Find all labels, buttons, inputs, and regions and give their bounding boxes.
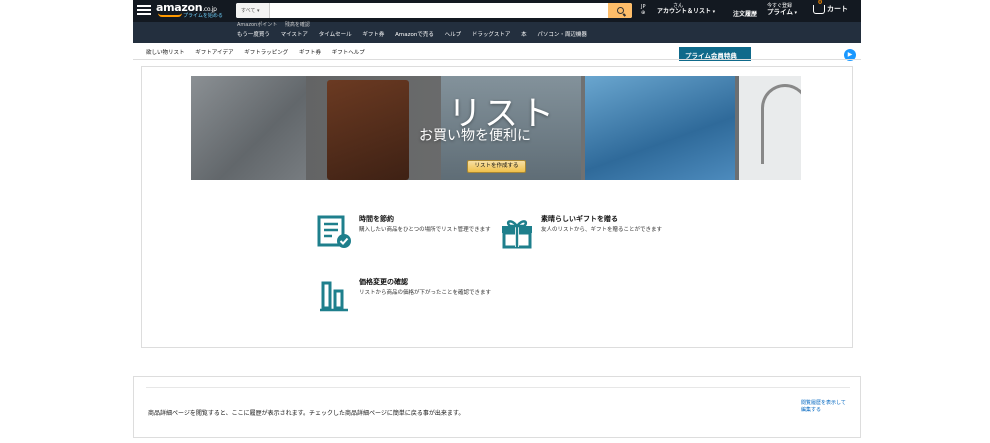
hero-subtitle: お買い物を便利に xyxy=(419,128,531,144)
tab-gift-ideas[interactable]: ギフトアイデア xyxy=(195,50,233,56)
account-label: アカウント＆リスト xyxy=(657,8,712,15)
search-input[interactable] xyxy=(270,3,608,18)
headphones-icon xyxy=(761,84,801,164)
orders-link[interactable]: 注文履歴 xyxy=(733,9,757,18)
bar-chart-icon xyxy=(320,281,348,312)
prime-label: プライム xyxy=(767,8,793,16)
cart-button[interactable]: 0 カート xyxy=(813,0,848,14)
nav-link[interactable]: もう一度買う xyxy=(237,32,270,38)
feature-title: 時間を節約 xyxy=(359,215,394,223)
account-menu[interactable]: さん アカウント＆リスト ▾ xyxy=(657,3,715,15)
nav-link[interactable]: 本 xyxy=(521,32,527,38)
prime-promo-text[interactable]: 対象の映画・TV番組見放題 xyxy=(754,51,822,59)
divider xyxy=(146,387,850,388)
hamburger-menu-icon[interactable] xyxy=(137,3,151,17)
nav-link[interactable]: ヘルプ xyxy=(445,32,462,38)
sub-links: Amazonポイント 残高を確認 xyxy=(237,21,316,28)
tab-gift-wrapping[interactable]: ギフトラッピング xyxy=(244,50,288,56)
prime-menu[interactable]: 今すぐ登録 プライム ▾ xyxy=(767,3,797,16)
nav-link[interactable]: ギフト券 xyxy=(362,32,384,38)
nav-link[interactable]: マイストア xyxy=(281,32,308,38)
list-check-icon xyxy=(317,215,351,248)
nav-link[interactable]: Amazonで売る xyxy=(395,32,434,38)
location-pin-icon xyxy=(132,47,141,56)
feature-title: 素晴らしいギフトを贈る xyxy=(541,215,618,223)
search-button[interactable] xyxy=(608,3,632,18)
history-empty-text: 商品詳細ページを閲覧すると、ここに履歴が表示されます。チェックした商品詳細ページ… xyxy=(148,410,465,417)
divider xyxy=(133,59,861,60)
feature-title: 価格変更の確認 xyxy=(359,278,408,286)
hero-wallet-image xyxy=(327,80,409,180)
gift-icon xyxy=(502,220,532,249)
nav-links: もう一度買う マイストア タイムセール ギフト券 Amazonで売る ヘルプ ド… xyxy=(237,30,596,38)
list-tabs: 欲しい物リスト ギフトアイデア ギフトラッピング ギフト券 ギフトヘルプ xyxy=(146,48,374,56)
search-department-select[interactable]: すべて ▾ xyxy=(236,3,270,18)
tab-wishlist[interactable]: 欲しい物リスト xyxy=(146,50,185,56)
nav-top-bar: amazon.co.jp プライムを始める すべて ▾ JP ⊕ さん アカウント… xyxy=(133,0,861,22)
tab-gift-cards[interactable]: ギフト券 xyxy=(299,50,321,56)
cart-icon: 0 xyxy=(813,0,825,14)
cart-label: カート xyxy=(827,5,848,13)
feature-description: 友人のリストから、ギフトを贈ることができます xyxy=(541,227,663,233)
language-selector[interactable]: JP ⊕ xyxy=(641,4,646,16)
search-icon xyxy=(616,7,624,14)
points-link[interactable]: Amazonポイント xyxy=(237,22,277,28)
cart-count: 0 xyxy=(818,0,823,6)
feature-description: 購入したい商品をひとつの場所でリスト管理できます xyxy=(359,227,491,233)
logo-smile-icon xyxy=(158,13,182,17)
balance-link[interactable]: 残高を確認 xyxy=(285,22,310,28)
feature-description: リストから商品の価格が下がったことを確認できます xyxy=(359,290,492,296)
edit-history-link[interactable]: 閲覧履歴を表示して編集する xyxy=(801,400,847,414)
search-bar: すべて ▾ xyxy=(236,3,632,18)
hero-denim-image xyxy=(585,76,735,180)
hero-shirt-image xyxy=(191,76,306,180)
prime-tagline[interactable]: プライムを始める xyxy=(183,12,223,19)
nav-link[interactable]: パソコン・周辺機器 xyxy=(537,32,587,38)
tab-gift-help[interactable]: ギフトヘルプ xyxy=(332,50,365,56)
nav-link[interactable]: ドラッグストア xyxy=(472,32,511,38)
browsing-history-card: 商品詳細ページを閲覧すると、ここに履歴が表示されます。チェックした商品詳細ページ… xyxy=(133,376,861,438)
create-list-button[interactable]: リストを作成する xyxy=(467,160,526,173)
nav-link[interactable]: タイムセール xyxy=(319,32,352,38)
